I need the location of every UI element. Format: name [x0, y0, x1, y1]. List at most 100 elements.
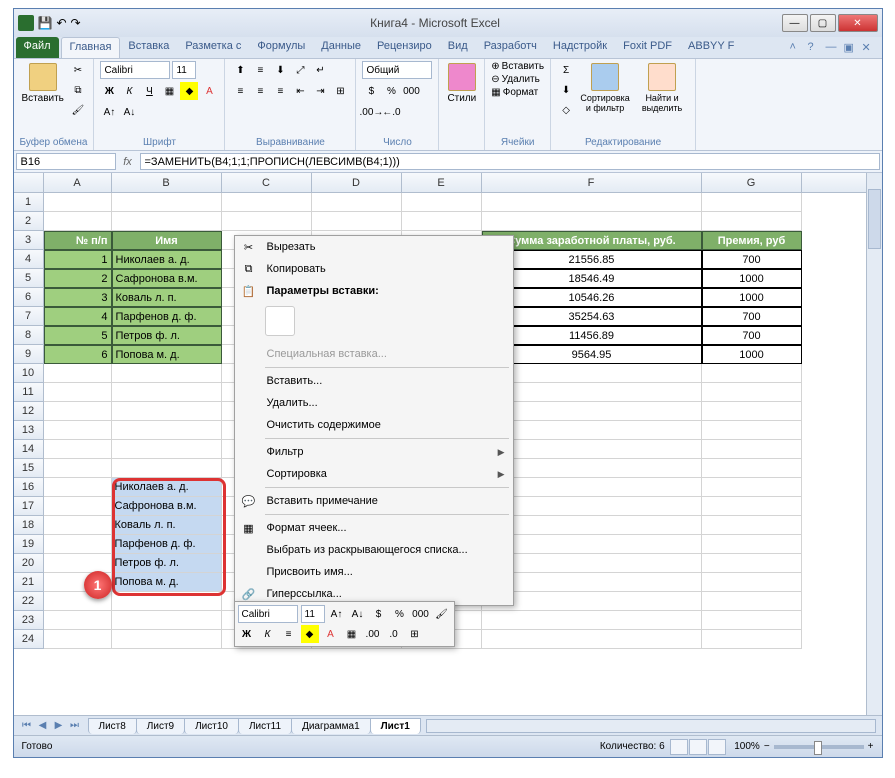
cell[interactable]	[112, 459, 222, 478]
cell[interactable]	[44, 383, 112, 402]
cell[interactable]	[44, 364, 112, 383]
cell[interactable]: Парфенов д. ф.	[112, 535, 222, 554]
cell[interactable]	[44, 440, 112, 459]
cell[interactable]	[702, 497, 802, 516]
tab-developer[interactable]: Разработч	[476, 37, 545, 58]
paste-option-icon[interactable]	[265, 306, 295, 336]
mt-comma-icon[interactable]: 000	[412, 605, 430, 623]
cm-comment[interactable]: 💬Вставить примечание	[235, 490, 513, 512]
autosum-icon[interactable]: Σ	[557, 61, 575, 79]
close-button[interactable]: ✕	[838, 14, 878, 32]
row-header[interactable]: 22	[14, 592, 44, 611]
tab-abbyy[interactable]: ABBYY F	[680, 37, 742, 58]
row-header[interactable]: 21	[14, 573, 44, 592]
cm-format-cells[interactable]: ▦Формат ячеек...	[235, 517, 513, 539]
sort-filter-button[interactable]: Сортировка и фильтр	[578, 61, 632, 115]
view-pagebreak-icon[interactable]	[708, 739, 726, 755]
mt-font-name[interactable]: Calibri	[238, 605, 298, 623]
row-header[interactable]: 6	[14, 288, 44, 307]
formula-input[interactable]: =ЗАМЕНИТЬ(B4;1;1;ПРОПИСН(ЛЕВСИМВ(B4;1)))	[140, 153, 880, 170]
cell[interactable]: 700	[702, 307, 802, 326]
cell[interactable]	[112, 364, 222, 383]
mt-dec-decimal-icon[interactable]: .0	[385, 625, 403, 643]
cm-clear[interactable]: Очистить содержимое	[235, 414, 513, 436]
cell[interactable]: № п/п	[44, 231, 112, 250]
cell[interactable]	[702, 554, 802, 573]
cell[interactable]: Сафронова в.м.	[112, 497, 222, 516]
cell[interactable]: Попова м. д.	[112, 345, 222, 364]
fx-icon[interactable]: fx	[118, 151, 138, 172]
redo-icon[interactable]: ↷	[71, 16, 81, 30]
font-size-combo[interactable]: 11	[172, 61, 196, 79]
cell[interactable]	[112, 193, 222, 212]
cell[interactable]: 18546.49	[482, 269, 702, 288]
row-header[interactable]: 19	[14, 535, 44, 554]
tab-foxit[interactable]: Foxit PDF	[615, 37, 680, 58]
doc-close-icon[interactable]: ✕	[862, 41, 876, 55]
cell[interactable]	[222, 193, 312, 212]
row-header[interactable]: 2	[14, 212, 44, 231]
maximize-button[interactable]: ▢	[810, 14, 836, 32]
cell[interactable]	[482, 630, 702, 649]
align-bot-icon[interactable]: ⬇	[271, 61, 289, 79]
grow-font-icon[interactable]: A↑	[100, 103, 118, 121]
align-mid-icon[interactable]: ≡	[251, 61, 269, 79]
mt-italic-icon[interactable]: К	[259, 625, 277, 643]
cell[interactable]	[44, 459, 112, 478]
mt-merge-icon[interactable]: ⊞	[406, 625, 424, 643]
sheet-tab[interactable]: Лист8	[88, 718, 137, 734]
col-header-d[interactable]: D	[312, 173, 402, 192]
number-format-combo[interactable]: Общий	[362, 61, 432, 79]
cell[interactable]	[112, 212, 222, 231]
align-right-icon[interactable]: ≡	[271, 82, 289, 100]
undo-icon[interactable]: ↶	[56, 16, 66, 30]
cell[interactable]	[482, 212, 702, 231]
cell[interactable]	[702, 611, 802, 630]
cell[interactable]	[702, 440, 802, 459]
cell[interactable]	[44, 421, 112, 440]
row-header[interactable]: 17	[14, 497, 44, 516]
row-header[interactable]: 10	[14, 364, 44, 383]
cell[interactable]	[44, 212, 112, 231]
cell[interactable]: Николаев а. д.	[112, 250, 222, 269]
cell[interactable]: 9564.95	[482, 345, 702, 364]
bold-button[interactable]: Ж	[100, 82, 118, 100]
cell[interactable]	[482, 497, 702, 516]
cell[interactable]: 10546.26	[482, 288, 702, 307]
cell[interactable]	[702, 383, 802, 402]
cell[interactable]	[44, 630, 112, 649]
cell[interactable]: Николаев а. д.	[112, 478, 222, 497]
row-header[interactable]: 20	[14, 554, 44, 573]
cell[interactable]: Парфенов д. ф.	[112, 307, 222, 326]
cm-insert[interactable]: Вставить...	[235, 370, 513, 392]
cell[interactable]	[482, 440, 702, 459]
cell[interactable]	[702, 516, 802, 535]
styles-button[interactable]: Стили	[445, 61, 478, 106]
cell[interactable]: Коваль л. п.	[112, 288, 222, 307]
wrap-text-icon[interactable]: ↵	[311, 61, 329, 79]
cell[interactable]	[112, 630, 222, 649]
help-icon[interactable]: ?	[808, 41, 822, 55]
cell[interactable]: Имя	[112, 231, 222, 250]
cell[interactable]	[482, 402, 702, 421]
col-header-a[interactable]: A	[44, 173, 112, 192]
mt-inc-decimal-icon[interactable]: .00	[364, 625, 382, 643]
cell[interactable]: 35254.63	[482, 307, 702, 326]
tab-data[interactable]: Данные	[313, 37, 369, 58]
mt-bold-icon[interactable]: Ж	[238, 625, 256, 643]
row-header[interactable]: 11	[14, 383, 44, 402]
cell[interactable]: 700	[702, 326, 802, 345]
cell[interactable]	[702, 630, 802, 649]
cell[interactable]	[44, 478, 112, 497]
worksheet-grid[interactable]: A B C D E F G 123№ п/пИмяСумма заработно…	[14, 173, 882, 728]
cell[interactable]	[312, 193, 402, 212]
clear-icon[interactable]: ◇	[557, 101, 575, 119]
row-header[interactable]: 13	[14, 421, 44, 440]
row-header[interactable]: 4	[14, 250, 44, 269]
tab-layout[interactable]: Разметка с	[177, 37, 249, 58]
cell[interactable]	[44, 611, 112, 630]
comma-icon[interactable]: 000	[402, 82, 420, 100]
sheet-nav-prev-icon[interactable]: ◀	[36, 720, 50, 731]
mt-format-painter-icon[interactable]: 🖌	[433, 605, 451, 623]
cell[interactable]	[112, 383, 222, 402]
